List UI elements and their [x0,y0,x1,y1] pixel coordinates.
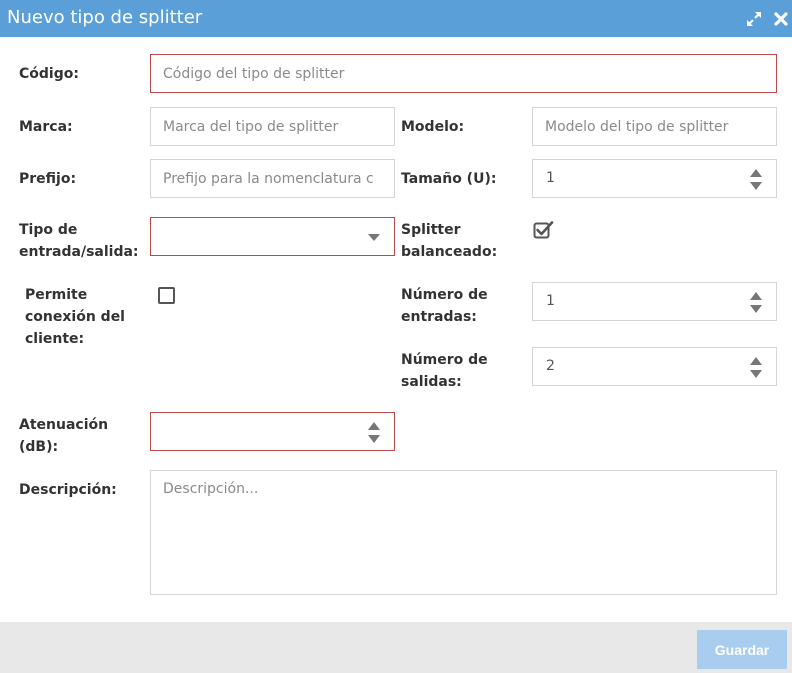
prefijo-field-wrapper [150,159,395,198]
numero-salidas-value: 2 [546,358,555,374]
label-line: entrada/salida: [19,244,139,260]
tipo-entrada-salida-select[interactable] [150,217,395,256]
expand-arrows-icon[interactable] [744,9,764,29]
atenuacion-spinner[interactable] [368,422,382,444]
label-line: (dB): [19,439,59,455]
numero-entradas-label: Número de entradas: [401,284,488,328]
spinner-down-icon[interactable] [368,435,380,443]
permite-conexion-label: Permite conexión del cliente: [25,284,125,350]
atenuacion-stepper[interactable] [150,412,395,451]
descripcion-textarea[interactable] [151,471,776,594]
modelo-field-wrapper [532,107,777,146]
numero-salidas-stepper[interactable]: 2 [532,347,777,386]
codigo-input[interactable] [151,55,776,92]
tamano-spinner[interactable] [750,169,764,191]
modelo-label: Modelo: [401,119,465,135]
label-line: Número de [401,287,488,303]
splitter-balanceado-checkbox[interactable] [533,220,555,240]
descripcion-label: Descripción: [19,482,117,498]
permite-conexion-checkbox[interactable] [158,287,175,304]
label-line: Permite [25,287,88,303]
label-line: conexión del [25,309,125,325]
dialog-title: Nuevo tipo de splitter [7,7,203,28]
prefijo-label: Prefijo: [19,171,77,187]
dialog-footer [0,622,792,673]
codigo-label: Código: [19,66,79,82]
marca-field-wrapper [150,107,395,146]
spinner-down-icon[interactable] [750,305,762,313]
splitter-balanceado-label: Splitter balanceado: [401,219,497,263]
tipo-entrada-salida-label: Tipo de entrada/salida: [19,219,139,263]
marca-input[interactable] [151,108,394,145]
tamano-stepper[interactable]: 1 [532,159,777,198]
numero-salidas-label: Número de salidas: [401,349,488,393]
label-line: Atenuación [19,417,109,433]
codigo-field-wrapper [150,54,777,93]
save-button[interactable]: Guardar [697,630,787,669]
label-line: salidas: [401,374,462,390]
numero-entradas-value: 1 [546,293,555,309]
tamano-value: 1 [546,170,555,186]
label-line: balanceado: [401,244,498,260]
spinner-down-icon[interactable] [750,370,762,378]
label-line: Número de [401,352,488,368]
spinner-up-icon[interactable] [750,292,762,300]
tamano-label: Tamaño (U): [401,171,497,187]
marca-label: Marca: [19,119,73,135]
label-line: entradas: [401,309,477,325]
label-line: Splitter [401,222,461,238]
prefijo-input[interactable] [151,160,394,197]
atenuacion-label: Atenuación (dB): [19,414,108,458]
caret-down-icon[interactable] [368,234,380,241]
descripcion-field-wrapper [150,470,777,595]
spinner-up-icon[interactable] [368,422,380,430]
spinner-up-icon[interactable] [750,357,762,365]
label-line: cliente: [25,331,85,347]
spinner-up-icon[interactable] [750,169,762,177]
numero-salidas-spinner[interactable] [750,357,764,379]
label-line: Tipo de [19,222,78,238]
numero-entradas-spinner[interactable] [750,292,764,314]
numero-entradas-stepper[interactable]: 1 [532,282,777,321]
close-icon[interactable] [771,9,791,29]
spinner-down-icon[interactable] [750,182,762,190]
modelo-input[interactable] [533,108,776,145]
